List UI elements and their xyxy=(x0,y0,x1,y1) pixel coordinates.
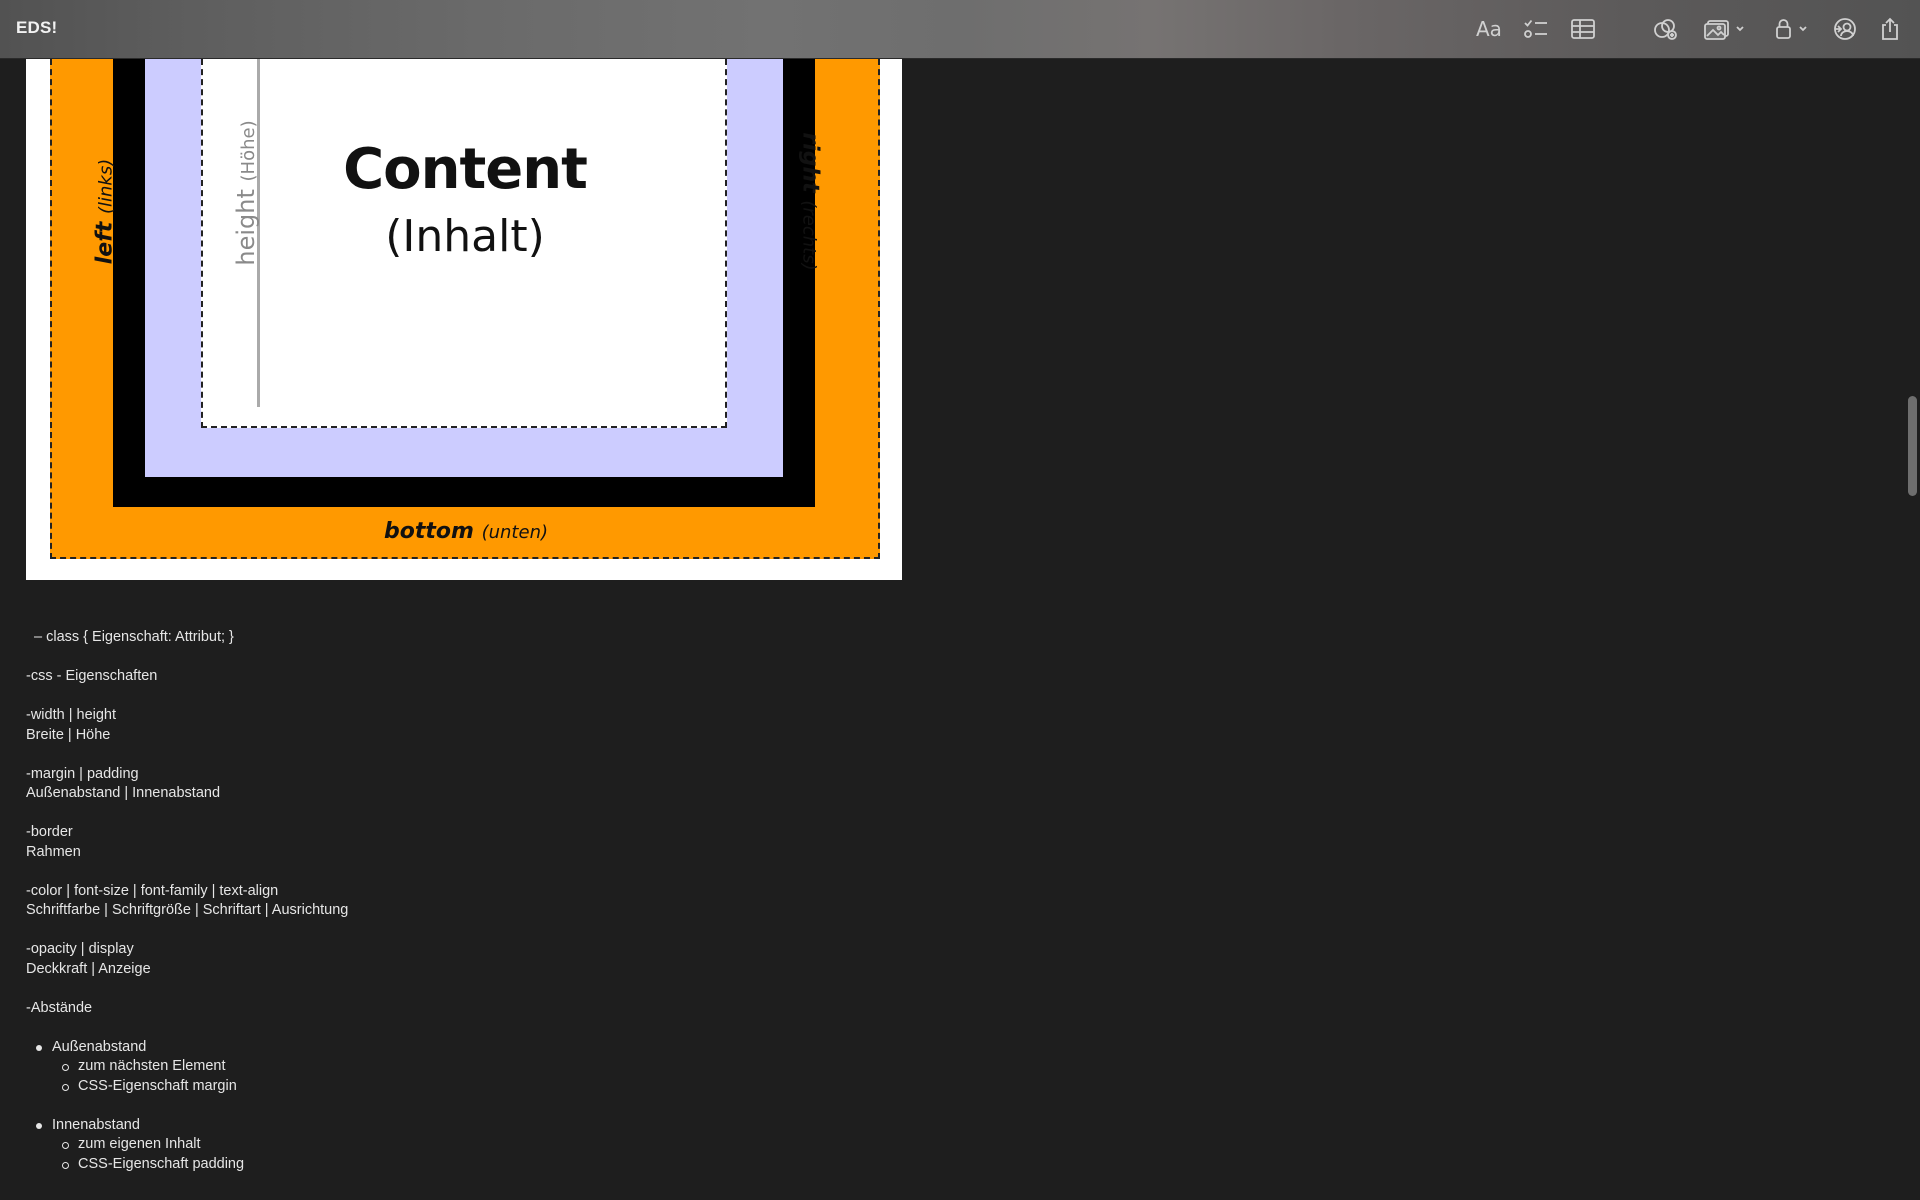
border-block: -border Rahmen xyxy=(26,823,926,862)
format-text-icon[interactable]: Aa xyxy=(1476,16,1502,42)
right-label-sub: (rechts) xyxy=(798,200,820,271)
sub-list-item: zum eigenen Inhalt xyxy=(62,1135,926,1155)
note-title: EDS! xyxy=(16,18,58,37)
table-icon[interactable] xyxy=(1571,16,1595,42)
bottom-label-sub: (unten) xyxy=(481,522,548,543)
opacity-line-1: -opacity | display xyxy=(26,941,134,957)
list-item: Außenabstand zum nächsten Element CSS-Ei… xyxy=(36,1038,926,1097)
left-label-main: left xyxy=(92,221,118,265)
sub-list: zum nächsten Element CSS-Eigenschaft mar… xyxy=(52,1057,926,1096)
bullet-list-outer-2: Innenabstand zum eigenen Inhalt CSS-Eige… xyxy=(26,1116,926,1175)
media-icon[interactable] xyxy=(1704,16,1748,42)
bottom-label: bottom (unten) xyxy=(326,519,606,544)
content-subtitle: (Inhalt) xyxy=(385,211,545,262)
vertical-scrollbar[interactable] xyxy=(1900,59,1920,1200)
toolbar: EDS! Aa xyxy=(0,0,1920,59)
margin-line-2: Außenabstand | Innenabstand xyxy=(26,785,221,801)
sub-list-item: zum nächsten Element xyxy=(62,1057,926,1077)
width-line-1: -width | height xyxy=(26,707,117,723)
list-item: Innenabstand zum eigenen Inhalt CSS-Eige… xyxy=(36,1116,926,1175)
content-title: Content xyxy=(343,137,588,202)
collaborate-link-icon[interactable] xyxy=(1653,16,1679,42)
height-label: height (Höhe) xyxy=(232,103,260,283)
opacity-block: -opacity | display Deckkraft | Anzeige xyxy=(26,940,926,979)
border-line-1: -border xyxy=(26,824,73,840)
opacity-line-2: Deckkraft | Anzeige xyxy=(26,960,151,977)
width-line-2: Breite | Höhe xyxy=(26,726,111,743)
dash-list-item: – class { Eigenschaft: Attribut; } xyxy=(34,629,234,645)
color-line-2: Schriftfarbe | Schriftgröße | Schriftart… xyxy=(26,902,349,918)
color-line-1: -color | font-size | font-family | text-… xyxy=(26,882,279,899)
css-heading: -css - Eigenschaften xyxy=(26,668,158,684)
share-icon[interactable] xyxy=(1880,16,1900,42)
bottom-label-main: bottom xyxy=(383,519,474,544)
box-model-image: Content (Inhalt) left (links) right (rec… xyxy=(26,59,902,580)
height-label-sub: (Höhe) xyxy=(238,120,259,182)
margin-line-1: -margin | padding xyxy=(26,765,139,782)
note-body[interactable]: – class { Eigenschaft: Attribut; } -css … xyxy=(26,628,926,1194)
border-line-2: Rahmen xyxy=(26,843,81,860)
right-label: right (rechts) xyxy=(798,112,823,292)
share-collaboration-icon[interactable] xyxy=(1832,16,1858,42)
height-label-main: height xyxy=(232,189,260,266)
left-label-sub: (links) xyxy=(95,158,117,215)
color-block: -color | font-size | font-family | text-… xyxy=(26,882,926,921)
list-item-label: Innenabstand xyxy=(52,1116,140,1133)
checklist-icon[interactable] xyxy=(1523,16,1549,42)
margin-block: -margin | padding Außenabstand | Innenab… xyxy=(26,765,926,804)
left-label: left (links) xyxy=(93,132,118,292)
scroll-thumb[interactable] xyxy=(1908,396,1917,496)
right-label-main: right xyxy=(797,132,823,193)
abstaende-heading: -Abstände xyxy=(26,999,93,1016)
width-block: -width | height Breite | Höhe xyxy=(26,706,926,745)
sub-list: zum eigenen Inhalt CSS-Eigenschaft paddi… xyxy=(52,1135,926,1174)
sub-list-item: CSS-Eigenschaft padding xyxy=(62,1155,926,1175)
sub-list-item: CSS-Eigenschaft margin xyxy=(62,1077,926,1097)
list-item-label: Außenabstand xyxy=(52,1038,147,1055)
bullet-list-outer-1: Außenabstand zum nächsten Element CSS-Ei… xyxy=(26,1038,926,1097)
lock-icon[interactable] xyxy=(1775,16,1813,42)
